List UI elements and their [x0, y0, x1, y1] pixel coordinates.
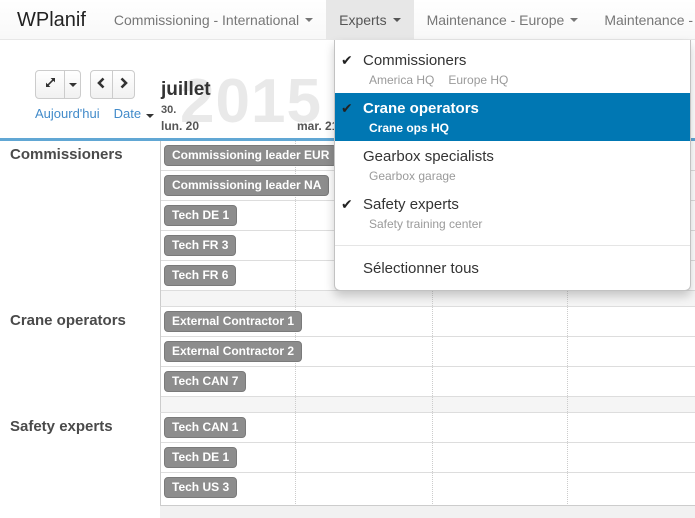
- group-spacer: [0, 397, 695, 413]
- date-nav-button-group: [90, 70, 135, 99]
- group-label: Crane operators: [0, 307, 160, 397]
- day-header: lun. 20: [161, 119, 199, 133]
- select-all-menu-item[interactable]: Sélectionner tous: [335, 254, 690, 285]
- chevron-left-icon: [96, 76, 107, 94]
- view-options-button[interactable]: [64, 70, 81, 99]
- navbar-menu-item-label: Maintenance - Europe: [427, 0, 565, 40]
- dropdown-item-sites: Safety training center: [369, 217, 680, 231]
- site-label: Gearbox garage: [369, 169, 456, 183]
- dropdown-menu-item[interactable]: ✔ Commissioners America HQ Europe HQ: [335, 45, 690, 93]
- schedule-row[interactable]: Tech DE 1: [161, 443, 695, 473]
- navbar-items: Commissioning - International Experts Ma…: [101, 0, 695, 39]
- navbar-menu-item[interactable]: Commissioning - International: [101, 0, 326, 39]
- dropdown-menu-item[interactable]: ✔ Safety experts Safety training center: [335, 189, 690, 237]
- caret-down-icon: [570, 18, 578, 22]
- navbar-menu-item-label: Experts: [339, 0, 386, 40]
- dropdown-item-label: Safety experts: [363, 195, 459, 214]
- dropdown-item-sites: Gearbox garage: [369, 169, 680, 183]
- toolbar-links: Aujourd'hui Date: [35, 106, 154, 121]
- resource-badge[interactable]: Tech US 3: [164, 477, 237, 498]
- dropdown-item-label: Crane operators: [363, 99, 479, 118]
- group-spacer: [0, 291, 695, 307]
- previous-button[interactable]: [90, 70, 113, 99]
- grid-footer-strip: [0, 506, 695, 518]
- navbar-menu-item[interactable]: Maintenance - Europe: [414, 0, 592, 39]
- resource-badge[interactable]: External Contractor 2: [164, 341, 302, 362]
- resource-badge[interactable]: Tech DE 1: [164, 447, 237, 468]
- dropdown-item-label: Commissioners: [363, 51, 466, 70]
- check-icon: ✔: [341, 51, 363, 70]
- navbar-menu-item-label: Maintenance -: [604, 0, 693, 40]
- view-button-group: [35, 70, 81, 99]
- dropdown-menu-item[interactable]: ✔ Crane operators Crane ops HQ: [335, 93, 690, 141]
- site-label: America HQ: [369, 73, 434, 87]
- dropdown-menu-item[interactable]: ✔ Gearbox specialists Gearbox garage: [335, 141, 690, 189]
- next-button[interactable]: [112, 70, 135, 99]
- check-icon: ✔: [341, 195, 363, 214]
- schedule-row[interactable]: External Contractor 1: [161, 307, 695, 337]
- group-label: Safety experts: [0, 413, 160, 506]
- site-label: Crane ops HQ: [369, 121, 449, 135]
- experts-dropdown-menu: ✔ Commissioners America HQ Europe HQ ✔ Cr…: [334, 40, 691, 291]
- today-link[interactable]: Aujourd'hui: [35, 106, 100, 121]
- calendar-month-title: juillet: [161, 79, 211, 101]
- day-header: mar. 21: [297, 119, 338, 133]
- resource-badge[interactable]: External Contractor 1: [164, 311, 302, 332]
- week-number: 30.: [161, 104, 176, 116]
- site-label: Europe HQ: [448, 73, 508, 87]
- schedule-row[interactable]: External Contractor 2: [161, 337, 695, 367]
- resource-group: Safety experts Tech CAN 1 Tech DE 1 Tech…: [0, 413, 695, 506]
- resource-badge[interactable]: Commissioning leader NA: [164, 175, 329, 196]
- resource-badge[interactable]: Tech CAN 7: [164, 371, 246, 392]
- resource-badge[interactable]: Tech CAN 1: [164, 417, 246, 438]
- resource-badge[interactable]: Tech FR 6: [164, 265, 236, 286]
- group-label: Commissioners: [0, 141, 160, 291]
- schedule-row[interactable]: Tech CAN 1: [161, 413, 695, 443]
- app-brand[interactable]: WPlanif: [0, 0, 101, 39]
- navbar: WPlanif Commissioning - International Ex…: [0, 0, 695, 40]
- resource-badge[interactable]: Tech FR 3: [164, 235, 236, 256]
- schedule-row[interactable]: Tech US 3: [161, 473, 695, 506]
- check-icon: ✔: [341, 99, 363, 118]
- menu-divider: [335, 245, 690, 246]
- resource-badge[interactable]: Tech DE 1: [164, 205, 237, 226]
- resize-view-button[interactable]: [35, 70, 65, 99]
- navbar-menu-item-label: Commissioning - International: [114, 0, 299, 40]
- caret-down-icon: [69, 83, 77, 87]
- dropdown-item-sites: America HQ Europe HQ: [369, 73, 680, 87]
- schedule-row[interactable]: Tech CAN 7: [161, 367, 695, 397]
- app-window: 2015 juillet 30. lun. 20mar. 21: [0, 0, 695, 518]
- date-menu-link[interactable]: Date: [114, 106, 154, 121]
- caret-down-icon: [393, 18, 401, 22]
- caret-down-icon: [146, 114, 154, 118]
- resource-group: Crane operators External Contractor 1 Ex…: [0, 307, 695, 397]
- dropdown-item-label: Gearbox specialists: [363, 147, 494, 166]
- site-label: Safety training center: [369, 217, 482, 231]
- resize-diagonal-icon: [44, 76, 57, 94]
- navbar-menu-item[interactable]: Experts: [326, 0, 413, 39]
- navbar-menu-item[interactable]: Maintenance -: [591, 0, 695, 39]
- caret-down-icon: [305, 18, 313, 22]
- dropdown-item-sites: Crane ops HQ: [369, 121, 680, 135]
- chevron-right-icon: [118, 76, 129, 94]
- resource-badge[interactable]: Commissioning leader EUR: [164, 145, 337, 166]
